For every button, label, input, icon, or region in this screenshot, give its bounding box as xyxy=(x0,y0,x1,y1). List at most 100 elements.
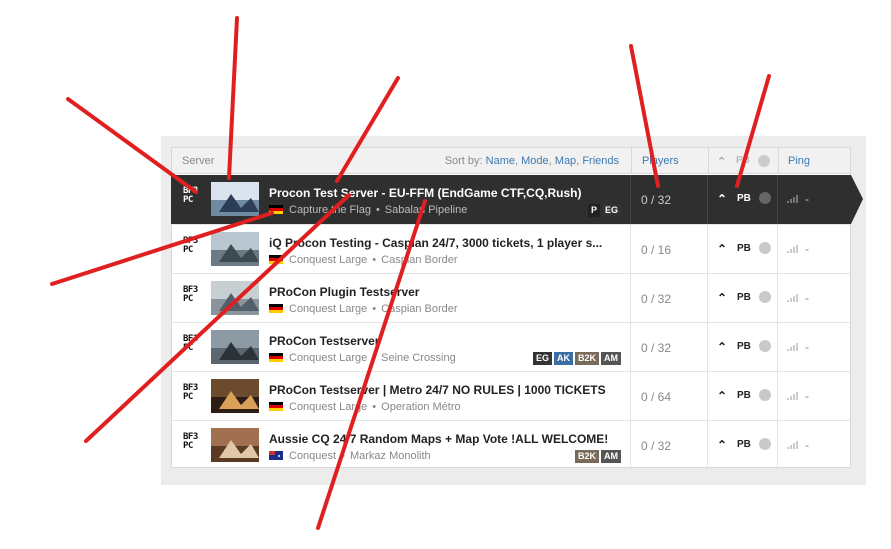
server-meta: Conquest Large • Caspian Border xyxy=(269,303,458,315)
signal-bars-icon xyxy=(787,245,798,253)
platform-icon: BF3 PC xyxy=(183,334,198,353)
column-pb[interactable]: PB xyxy=(736,155,750,166)
game-mode: Conquest Large xyxy=(289,352,368,364)
server-row[interactable]: BF3 PC PRoCon Testserver Conquest Large •… xyxy=(171,322,851,371)
player-count: 0 / 32 xyxy=(641,292,672,306)
flag-de-icon xyxy=(269,402,283,411)
server-row[interactable]: BF3 PC Aussie CQ 24/7 Random Maps + Map … xyxy=(171,420,851,469)
game-mode: Conquest Large xyxy=(289,401,368,413)
map-thumbnail xyxy=(211,281,259,315)
ping-value: - xyxy=(805,242,809,256)
map-name: Caspian Border xyxy=(381,254,458,266)
server-name[interactable]: Aussie CQ 24/7 Random Maps + Map Vote !A… xyxy=(269,432,608,446)
chevron-up-icon: ⌃ xyxy=(717,389,728,403)
map-name: Caspian Border xyxy=(381,303,458,315)
badge-am[interactable]: AM xyxy=(601,352,621,365)
player-count: 0 / 32 xyxy=(641,439,672,453)
ping-value: - xyxy=(805,389,809,403)
separator-dot: • xyxy=(375,204,380,216)
signal-bars-icon xyxy=(787,441,798,449)
column-server[interactable]: Server xyxy=(182,155,214,167)
column-divider xyxy=(777,372,778,420)
server-meta: Conquest • Markaz Monolith xyxy=(269,450,431,462)
column-divider xyxy=(630,225,631,273)
server-name[interactable]: PRoCon Testserver xyxy=(269,334,379,348)
game-mode: Conquest xyxy=(289,450,337,462)
server-badges: EG AK B2K AM xyxy=(532,352,621,365)
sort-name-link[interactable]: Name xyxy=(486,155,515,167)
platform-icon: BF3 PC xyxy=(183,383,198,402)
badge-eg[interactable]: EG xyxy=(532,352,552,365)
column-divider xyxy=(777,274,778,322)
separator-dot: • xyxy=(372,352,377,364)
server-meta: Conquest Large • Seine Crossing xyxy=(269,352,456,364)
server-name[interactable]: PRoCon Plugin Testserver xyxy=(269,285,419,299)
ping-value: - xyxy=(805,291,809,305)
chevron-up-icon[interactable]: ⌃ xyxy=(717,155,726,168)
column-divider xyxy=(708,148,709,173)
ping-value: - xyxy=(805,192,809,206)
chevron-up-icon: ⌃ xyxy=(717,438,728,452)
skull-icon xyxy=(759,291,771,303)
flag-de-icon xyxy=(269,304,283,313)
badge-ak[interactable]: AK xyxy=(553,352,573,365)
game-mode: Conquest Large xyxy=(289,303,368,315)
signal-bars-icon xyxy=(787,343,798,351)
server-row[interactable]: BF3 PC Procon Test Server - EU-FFM (EndG… xyxy=(171,175,863,224)
column-divider xyxy=(778,148,779,173)
sort-friends-link[interactable]: Friends xyxy=(582,155,619,167)
map-thumbnail xyxy=(211,379,259,413)
flag-de-icon xyxy=(269,353,283,362)
map-thumbnail xyxy=(211,330,259,364)
server-badges: B2K AM xyxy=(574,450,621,463)
player-count: 0 / 16 xyxy=(641,243,672,257)
pb-icon: PB xyxy=(737,390,751,401)
map-thumbnail xyxy=(211,428,259,462)
sort-mode-link[interactable]: Mode xyxy=(521,155,549,167)
map-name: Sabalan Pipeline xyxy=(384,204,468,216)
server-name[interactable]: Procon Test Server - EU-FFM (EndGame CTF… xyxy=(269,186,581,200)
column-players[interactable]: Players xyxy=(642,155,679,167)
sort-by: Sort by: Name, Mode, Map, Friends xyxy=(444,155,619,167)
server-name[interactable]: PRoCon Testserver | Metro 24/7 NO RULES … xyxy=(269,383,606,397)
platform-icon: BF3 PC xyxy=(183,236,198,255)
server-name[interactable]: iQ Procon Testing - Caspian 24/7, 3000 t… xyxy=(269,236,602,250)
badge-am[interactable]: AM xyxy=(601,450,621,463)
flag-de-icon xyxy=(269,255,283,264)
flag-au-icon xyxy=(269,451,283,460)
badge-p[interactable]: P xyxy=(587,204,600,217)
column-divider xyxy=(707,274,708,322)
column-ping[interactable]: Ping xyxy=(788,155,810,167)
badge-b2k[interactable]: B2K xyxy=(574,352,599,365)
column-divider xyxy=(777,175,778,224)
server-row[interactable]: BF3 PC PRoCon Testserver | Metro 24/7 NO… xyxy=(171,371,851,420)
player-count: 0 / 64 xyxy=(641,390,672,404)
column-divider xyxy=(777,421,778,469)
separator-dot: • xyxy=(372,254,377,266)
separator-dot: • xyxy=(372,401,377,413)
flag-de-icon xyxy=(269,205,283,214)
column-divider xyxy=(707,323,708,371)
badge-eg[interactable]: EG xyxy=(601,204,621,217)
column-divider xyxy=(631,148,632,173)
game-mode: Conquest Large xyxy=(289,254,368,266)
signal-bars-icon xyxy=(787,195,798,203)
column-divider xyxy=(630,274,631,322)
server-meta: Conquest Large • Operation Métro xyxy=(269,401,461,413)
server-row[interactable]: BF3 PC PRoCon Plugin Testserver Conquest… xyxy=(171,273,851,322)
map-name: Operation Métro xyxy=(381,401,461,413)
platform-icon: BF3 PC xyxy=(183,432,198,451)
pb-icon: PB xyxy=(737,341,751,352)
skull-icon[interactable] xyxy=(758,155,770,167)
chevron-up-icon: ⌃ xyxy=(717,291,728,305)
server-meta: Conquest Large • Caspian Border xyxy=(269,254,458,266)
badge-b2k[interactable]: B2K xyxy=(574,450,599,463)
skull-icon xyxy=(759,192,771,204)
server-badges: P EG xyxy=(587,204,621,217)
separator-dot: • xyxy=(341,450,345,462)
sort-by-label: Sort by: xyxy=(444,155,483,167)
sort-map-link[interactable]: Map xyxy=(555,155,576,167)
server-row[interactable]: BF3 PC iQ Procon Testing - Caspian 24/7,… xyxy=(171,224,851,273)
column-divider xyxy=(777,225,778,273)
column-divider xyxy=(630,323,631,371)
